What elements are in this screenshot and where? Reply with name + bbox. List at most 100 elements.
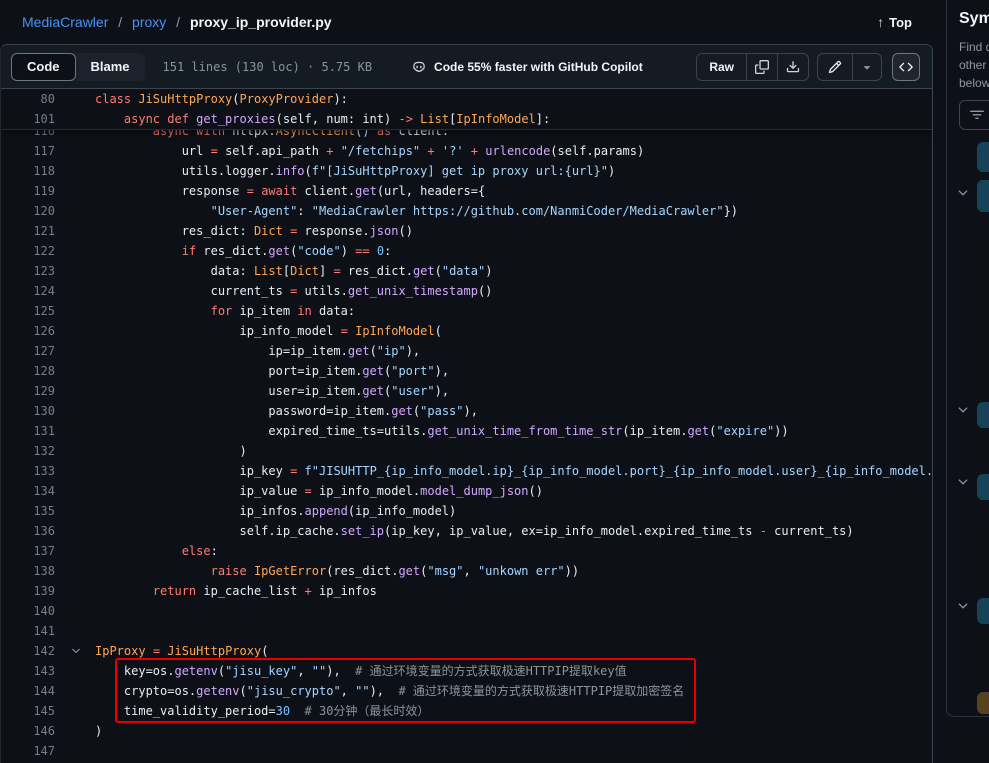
code-text: expired_time_ts=utils.get_unix_time_from… xyxy=(95,421,932,441)
line-number[interactable]: 118 xyxy=(1,161,65,181)
copilot-banner-text: Code 55% faster with GitHub Copilot xyxy=(434,60,643,74)
symbol-item-pill[interactable] xyxy=(977,474,989,500)
code-text xyxy=(95,621,932,641)
line-number[interactable]: 124 xyxy=(1,281,65,301)
chevron-down-icon[interactable] xyxy=(956,186,970,200)
code-line: 118 utils.logger.info(f"[JiSuHttpProxy] … xyxy=(1,161,932,181)
symbols-panel-toggle-button[interactable] xyxy=(892,53,920,81)
code-text: ip=ip_item.get("ip"), xyxy=(95,341,932,361)
line-number[interactable]: 142 xyxy=(1,641,65,661)
tab-blame[interactable]: Blame xyxy=(76,53,145,81)
code-text: data: List[Dict] = res_dict.get("data") xyxy=(95,261,932,281)
line-gutter xyxy=(65,481,95,501)
symbol-item-pill[interactable] xyxy=(977,142,989,172)
line-number[interactable]: 138 xyxy=(1,561,65,581)
code-symbols-icon xyxy=(899,60,913,74)
code-line: 121 res_dict: Dict = response.json() xyxy=(1,221,932,241)
code-line: 125 for ip_item in data: xyxy=(1,301,932,321)
line-number[interactable]: 117 xyxy=(1,141,65,161)
line-gutter xyxy=(65,581,95,601)
line-gutter xyxy=(65,541,95,561)
line-number[interactable]: 136 xyxy=(1,521,65,541)
code-line: 117 url = self.api_path + "/fetchips" + … xyxy=(1,141,932,161)
line-number[interactable]: 134 xyxy=(1,481,65,501)
chevron-down-icon[interactable] xyxy=(956,599,970,613)
line-number[interactable]: 140 xyxy=(1,601,65,621)
line-number[interactable]: 145 xyxy=(1,701,65,721)
line-number[interactable]: 122 xyxy=(1,241,65,261)
line-number[interactable]: 137 xyxy=(1,541,65,561)
line-number[interactable]: 139 xyxy=(1,581,65,601)
code-line: 126 ip_info_model = IpInfoModel( xyxy=(1,321,932,341)
raw-button[interactable]: Raw xyxy=(697,54,746,80)
line-number[interactable]: 101 xyxy=(1,109,65,129)
code-line: 128 port=ip_item.get("port"), xyxy=(1,361,932,381)
code-text: user=ip_item.get("user"), xyxy=(95,381,932,401)
copilot-icon xyxy=(412,60,426,74)
tab-code[interactable]: Code xyxy=(11,53,76,81)
chevron-down-icon[interactable] xyxy=(956,403,970,417)
line-number[interactable]: 130 xyxy=(1,401,65,421)
line-number[interactable]: 80 xyxy=(1,89,65,109)
symbol-item-pill[interactable] xyxy=(977,180,989,212)
code-line: 130 password=ip_item.get("pass"), xyxy=(1,401,932,421)
line-number[interactable]: 141 xyxy=(1,621,65,641)
copilot-banner[interactable]: Code 55% faster with GitHub Copilot xyxy=(412,60,643,74)
line-number[interactable]: 123 xyxy=(1,261,65,281)
line-number[interactable]: 125 xyxy=(1,301,65,321)
line-number[interactable]: 146 xyxy=(1,721,65,741)
breadcrumb-file-name: proxy_ip_provider.py xyxy=(190,14,332,30)
line-gutter xyxy=(65,681,95,701)
code-text: utils.logger.info(f"[JiSuHttpProxy] get … xyxy=(95,161,932,181)
symbol-item-pill[interactable] xyxy=(977,692,989,714)
line-number[interactable]: 120 xyxy=(1,201,65,221)
code-line: 147 xyxy=(1,741,932,761)
edit-pencil-button[interactable] xyxy=(818,54,852,80)
line-gutter xyxy=(65,621,95,641)
line-gutter xyxy=(65,281,95,301)
line-number[interactable]: 143 xyxy=(1,661,65,681)
line-number[interactable]: 119 xyxy=(1,181,65,201)
download-button[interactable] xyxy=(777,54,808,80)
line-number[interactable]: 127 xyxy=(1,341,65,361)
code-text: ) xyxy=(95,721,932,741)
line-number[interactable]: 131 xyxy=(1,421,65,441)
breadcrumb-repo-link[interactable]: MediaCrawler xyxy=(22,14,108,30)
code-text: ip_value = ip_info_model.model_dump_json… xyxy=(95,481,932,501)
line-gutter xyxy=(65,421,95,441)
code-text: res_dict: Dict = response.json() xyxy=(95,221,932,241)
code-text: current_ts = utils.get_unix_timestamp() xyxy=(95,281,932,301)
line-number[interactable]: 129 xyxy=(1,381,65,401)
chevron-down-icon[interactable] xyxy=(956,475,970,489)
description-line: Find definitions and references for func… xyxy=(959,38,989,56)
sticky-code-line: 80 class JiSuHttpProxy(ProxyProvider): xyxy=(1,89,932,109)
symbol-item-pill[interactable] xyxy=(977,598,989,624)
code-text: IpProxy = JiSuHttpProxy( xyxy=(95,641,932,661)
edit-dropdown-button[interactable] xyxy=(852,54,881,80)
line-number[interactable]: 128 xyxy=(1,361,65,381)
line-number[interactable]: 135 xyxy=(1,501,65,521)
file-stats-text: 151 lines (130 loc) · 5.75 KB xyxy=(163,60,373,74)
line-number[interactable]: 126 xyxy=(1,321,65,341)
line-number[interactable]: 144 xyxy=(1,681,65,701)
breadcrumb-dir-link[interactable]: proxy xyxy=(132,14,166,30)
line-number[interactable]: 132 xyxy=(1,441,65,461)
copy-button[interactable] xyxy=(746,54,777,80)
line-number[interactable]: 121 xyxy=(1,221,65,241)
symbols-filter-button[interactable] xyxy=(959,100,989,130)
line-number[interactable]: 133 xyxy=(1,461,65,481)
line-gutter xyxy=(65,461,95,481)
line-gutter xyxy=(65,401,95,421)
code-text: crypto=os.getenv("jisu_crypto", ""), # 通… xyxy=(95,681,932,701)
breadcrumb-separator: / xyxy=(176,14,180,30)
sticky-context-lines: 80 class JiSuHttpProxy(ProxyProvider): 101… xyxy=(1,89,932,130)
symbol-item-pill[interactable] xyxy=(977,402,989,428)
line-gutter xyxy=(65,181,95,201)
line-number[interactable]: 147 xyxy=(1,741,65,761)
line-gutter xyxy=(65,661,95,681)
back-to-top-link[interactable]: ↑ Top xyxy=(877,14,912,30)
collapse-chevron-down-icon[interactable] xyxy=(65,641,95,661)
up-arrow-icon: ↑ xyxy=(877,14,884,30)
code-text: class JiSuHttpProxy(ProxyProvider): xyxy=(95,89,932,109)
line-gutter xyxy=(65,341,95,361)
